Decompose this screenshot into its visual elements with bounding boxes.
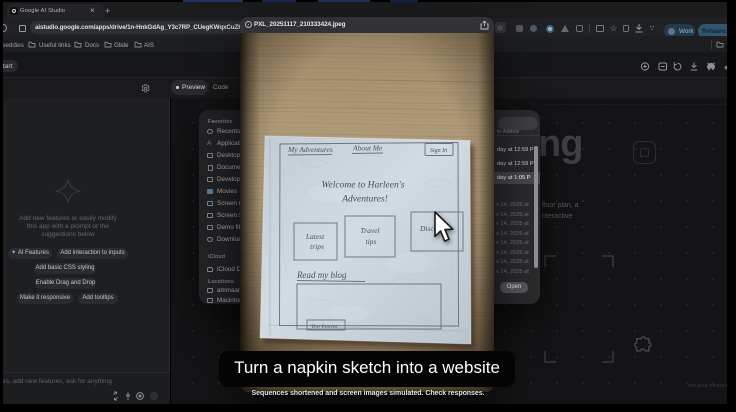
svg-text:Read my blog: Read my blog bbox=[296, 270, 347, 280]
svg-text:tips: tips bbox=[366, 237, 377, 246]
svg-text:Text Entries: Text Entries bbox=[311, 324, 337, 330]
svg-text:Latest: Latest bbox=[305, 232, 325, 241]
svg-text:Welcome to Harleen's: Welcome to Harleen's bbox=[322, 181, 405, 191]
svg-text:Sign In: Sign In bbox=[430, 148, 447, 154]
svg-text:My Adventures: My Adventures bbox=[287, 145, 333, 154]
svg-text:About Me: About Me bbox=[352, 144, 383, 153]
svg-text:trips: trips bbox=[310, 242, 324, 251]
svg-text:Adventures!: Adventures! bbox=[341, 195, 388, 205]
svg-text:Travel: Travel bbox=[360, 226, 379, 235]
